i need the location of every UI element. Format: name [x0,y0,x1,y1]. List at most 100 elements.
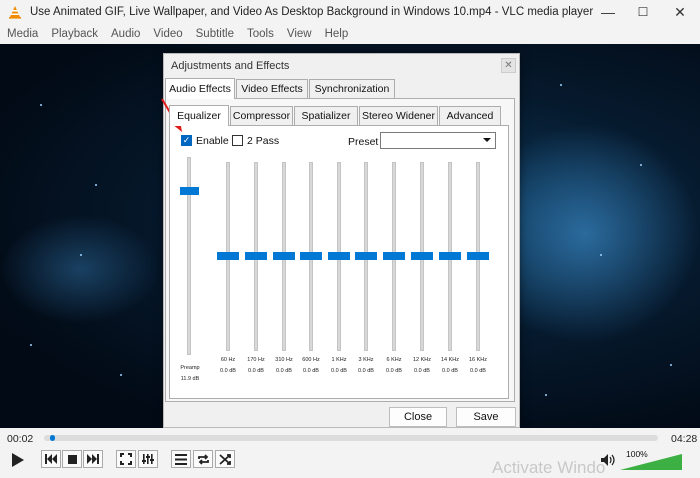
band-value-label: 0.0 dB [386,368,402,374]
band-slider-thumb[interactable] [245,252,267,260]
menu-media[interactable]: Media [0,28,44,40]
star [95,184,97,186]
menu-video[interactable]: Video [146,28,188,40]
loop-icon [197,453,209,465]
band-slider-thumb[interactable] [467,252,489,260]
two-pass-checkbox[interactable] [232,135,243,146]
band-value-label: 0.0 dB [276,368,292,374]
band-frequency-label: 16 KHz [468,357,488,363]
tab-audio-effects[interactable]: Audio Effects [165,78,235,99]
volume-percent: 100% [626,449,648,459]
tab-advanced[interactable]: Advanced [439,106,501,125]
menu-help[interactable]: Help [318,28,355,40]
band-slider-thumb[interactable] [439,252,461,260]
play-button[interactable] [6,449,28,470]
menu-subtitle[interactable]: Subtitle [189,28,240,40]
band-value-label: 0.0 dB [358,368,374,374]
playlist-icon [175,453,187,465]
preamp-slider-thumb[interactable] [180,186,199,195]
menu-view[interactable]: View [280,28,318,40]
star [640,164,642,166]
menu-playback[interactable]: Playback [44,28,104,40]
band-frequency-label: 14 KHz [440,357,460,363]
elapsed-time: 00:02 [7,433,34,445]
extended-settings-button[interactable] [138,450,158,468]
save-button[interactable]: Save [456,407,516,427]
band-frequency-label: 60 Hz [220,357,236,363]
tab-stereo-widener[interactable]: Stereo Widener [359,106,438,125]
tab-compressor[interactable]: Compressor [230,106,293,125]
preset-dropdown[interactable] [380,132,496,149]
star [545,394,547,396]
loop-button[interactable] [193,450,213,468]
band-slider-thumb[interactable] [411,252,433,260]
preamp-value: 11.9 dB [180,376,200,382]
close-button[interactable]: Close [389,407,447,427]
tab-video-effects[interactable]: Video Effects [236,79,308,98]
vlc-cone-icon [9,6,21,19]
fullscreen-icon [120,453,132,465]
tab-equalizer[interactable]: Equalizer [169,105,229,126]
tab-spatializer[interactable]: Spatializer [294,106,358,125]
fullscreen-button[interactable] [116,450,136,468]
star [120,374,122,376]
band-slider-thumb[interactable] [300,252,322,260]
star [30,344,32,346]
dialog-close-icon[interactable]: ✕ [501,58,516,73]
minimize-button[interactable]: — [590,0,626,24]
enable-label: Enable [196,135,229,147]
skip-forward-icon [87,454,99,464]
activate-windows-watermark: Activate Windo [492,458,606,477]
menu-audio[interactable]: Audio [104,28,146,40]
band-slider-thumb[interactable] [273,252,295,260]
band-slider-thumb[interactable] [328,252,350,260]
preset-label: Preset [348,136,379,148]
previous-button[interactable] [41,450,61,468]
menu-tools[interactable]: Tools [240,28,280,40]
window-title: Use Animated GIF, Live Wallpaper, and Vi… [30,6,594,18]
sliders-icon [142,454,154,464]
star [40,104,42,106]
band-slider-thumb[interactable] [383,252,405,260]
band-slider-thumb[interactable] [217,252,239,260]
star [600,254,602,256]
band-value-label: 0.0 dB [414,368,430,374]
band-frequency-label: 170 Hz [247,357,265,363]
band-value-label: 0.0 dB [470,368,486,374]
enable-checkbox[interactable]: ✓ [181,135,192,146]
total-time: 04:28 [671,433,698,445]
video-glow-left [0,214,160,324]
star [670,364,672,366]
seek-knob[interactable] [50,435,56,441]
band-frequency-label: 3 KHz [358,357,374,363]
maximize-button[interactable]: ☐ [625,0,661,24]
menu-bar: Media Playback Audio Video Subtitle Tool… [0,24,700,44]
band-value-label: 0.0 dB [331,368,347,374]
two-pass-label: 2 Pass [247,135,280,147]
playlist-button[interactable] [171,450,191,468]
band-frequency-label: 600 Hz [302,357,320,363]
band-frequency-label: 6 KHz [386,357,402,363]
band-value-label: 0.0 dB [220,368,236,374]
play-icon [12,452,24,467]
stop-icon [67,454,77,464]
band-frequency-label: 310 Hz [275,357,293,363]
close-window-button[interactable]: ✕ [662,0,698,24]
preamp-label: Preamp [180,365,200,371]
shuffle-button[interactable] [215,450,235,468]
skip-back-icon [45,454,57,464]
band-value-label: 0.0 dB [442,368,458,374]
stop-button[interactable] [62,450,82,468]
next-button[interactable] [83,450,103,468]
star [80,254,82,256]
band-value-label: 0.0 dB [303,368,319,374]
tab-synchronization[interactable]: Synchronization [309,79,395,98]
band-slider-thumb[interactable] [355,252,377,260]
chevron-down-icon [483,138,491,142]
band-value-label: 0.0 dB [248,368,264,374]
shuffle-icon [219,453,231,465]
seek-bar[interactable] [44,435,658,441]
band-frequency-label: 1 KHz [331,357,347,363]
band-frequency-label: 12 KHz [412,357,432,363]
dialog-title: Adjustments and Effects [164,54,519,78]
